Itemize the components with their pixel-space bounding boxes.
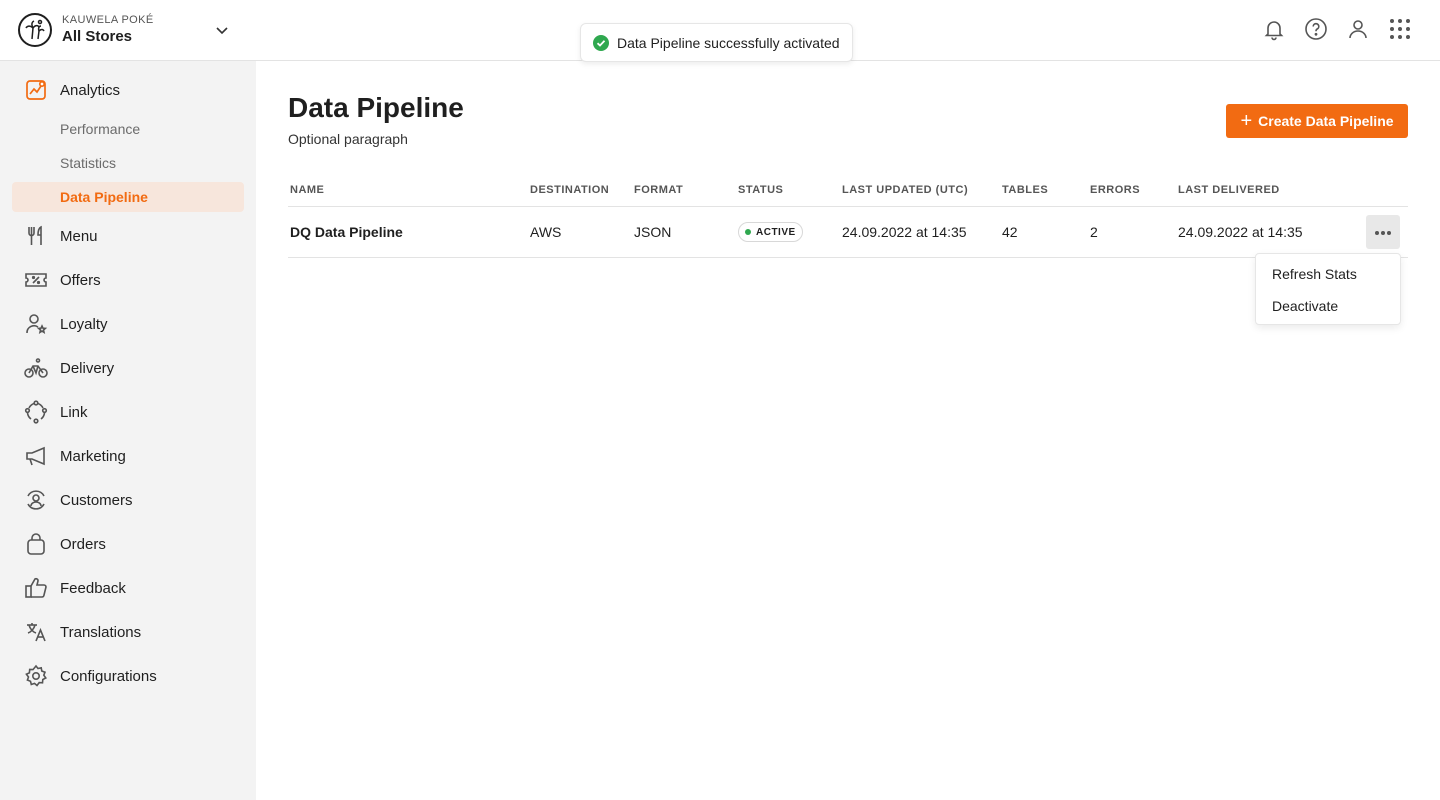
sidebar-item-label: Menu — [60, 227, 98, 245]
store-name: All Stores — [62, 28, 133, 45]
sidebar: Analytics Performance Statistics Data Pi… — [0, 61, 256, 800]
cell-destination: AWS — [530, 224, 562, 240]
thumbs-up-icon — [24, 576, 48, 600]
sidebar-item-label: Translations — [60, 623, 142, 641]
sidebar-item-label: Link — [60, 403, 88, 421]
column-header-last-updated[interactable]: LAST UPDATED (UTC) — [842, 184, 968, 196]
check-circle-icon — [593, 34, 609, 51]
user-star-icon — [24, 312, 48, 336]
plus-icon: + — [1240, 110, 1253, 132]
sidebar-item-label: Customers — [60, 491, 133, 509]
sidebar-item-configurations[interactable]: Configurations — [12, 658, 244, 694]
sidebar-item-label: Loyalty — [60, 315, 108, 333]
sidebar-item-label: Marketing — [60, 447, 126, 465]
customers-icon — [24, 488, 48, 512]
sidebar-item-label: Analytics — [60, 81, 121, 99]
brand-logo-icon — [18, 13, 52, 47]
sidebar-item-feedback[interactable]: Feedback — [12, 570, 244, 606]
status-badge: ACTIVE — [738, 222, 803, 242]
sidebar-item-marketing[interactable]: Marketing — [12, 438, 244, 474]
sidebar-item-offers[interactable]: Offers — [12, 262, 244, 298]
store-switcher[interactable]: KAUWELA POKÉ All Stores — [18, 13, 154, 47]
sidebar-item-link[interactable]: Link — [12, 394, 244, 430]
cell-last-updated: 24.09.2022 at 14:35 — [842, 224, 967, 240]
status-dot-icon — [745, 229, 751, 235]
success-toast: Data Pipeline successfully activated — [580, 23, 853, 62]
link-circle-icon — [24, 400, 48, 424]
chevron-down-icon[interactable] — [212, 20, 232, 40]
cell-last-delivered: 24.09.2022 at 14:35 — [1178, 224, 1303, 240]
column-header-errors[interactable]: ERRORS — [1090, 184, 1140, 196]
menu-item-refresh-stats[interactable]: Refresh Stats — [1256, 258, 1402, 290]
analytics-chart-icon — [24, 78, 48, 102]
sidebar-subitem-label: Performance — [60, 121, 141, 137]
cell-format: JSON — [634, 224, 672, 240]
column-header-name[interactable]: NAME — [290, 184, 324, 196]
page-title: Data Pipeline — [288, 92, 464, 123]
sidebar-subitem-label: Statistics — [60, 155, 117, 171]
ticket-icon — [24, 268, 48, 292]
translate-icon — [24, 620, 48, 644]
sidebar-subitem-label: Data Pipeline — [60, 189, 148, 205]
create-button-label: Create Data Pipeline — [1258, 113, 1394, 129]
sidebar-item-loyalty[interactable]: Loyalty — [12, 306, 244, 342]
cell-tables: 42 — [1002, 224, 1018, 240]
help-icon[interactable] — [1304, 17, 1328, 41]
gear-icon — [24, 664, 48, 688]
menu-item-deactivate[interactable]: Deactivate — [1256, 290, 1402, 322]
page-subtitle: Optional paragraph — [288, 131, 408, 147]
brand-name: KAUWELA POKÉ — [62, 14, 154, 26]
sidebar-item-translations[interactable]: Translations — [12, 614, 244, 650]
status-label: ACTIVE — [756, 226, 796, 238]
sidebar-item-label: Delivery — [60, 359, 115, 377]
fork-knife-icon — [24, 224, 48, 248]
bell-icon[interactable] — [1262, 17, 1286, 41]
apps-grid-icon[interactable] — [1388, 17, 1412, 41]
cell-name[interactable]: DQ Data Pipeline — [290, 224, 403, 240]
sidebar-item-label: Feedback — [60, 579, 126, 597]
sidebar-item-customers[interactable]: Customers — [12, 482, 244, 518]
user-icon[interactable] — [1346, 17, 1370, 41]
sidebar-subitem-statistics[interactable]: Statistics — [12, 148, 244, 178]
row-more-actions-button[interactable] — [1366, 215, 1400, 249]
column-header-tables[interactable]: TABLES — [1002, 184, 1048, 196]
more-horizontal-icon — [1374, 223, 1392, 241]
sidebar-subitem-performance[interactable]: Performance — [12, 114, 244, 144]
sidebar-item-label: Offers — [60, 271, 101, 289]
sidebar-item-analytics[interactable]: Analytics — [12, 72, 244, 108]
toast-message: Data Pipeline successfully activated — [617, 34, 840, 51]
megaphone-icon — [24, 444, 48, 468]
table-header-divider — [288, 206, 1408, 207]
bike-icon — [24, 356, 48, 380]
sidebar-item-label: Orders — [60, 535, 106, 553]
sidebar-subitem-data-pipeline[interactable]: Data Pipeline — [12, 182, 244, 212]
column-header-last-delivered[interactable]: LAST DELIVERED — [1178, 184, 1280, 196]
create-data-pipeline-button[interactable]: + Create Data Pipeline — [1226, 104, 1408, 138]
sidebar-item-orders[interactable]: Orders — [12, 526, 244, 562]
column-header-status[interactable]: STATUS — [738, 184, 783, 196]
row-actions-menu: Refresh Stats Deactivate — [1255, 253, 1401, 325]
sidebar-item-delivery[interactable]: Delivery — [12, 350, 244, 386]
bag-icon — [24, 532, 48, 556]
column-header-destination[interactable]: DESTINATION — [530, 184, 609, 196]
sidebar-item-label: Configurations — [60, 667, 157, 685]
sidebar-item-menu[interactable]: Menu — [12, 218, 244, 254]
column-header-format[interactable]: FORMAT — [634, 184, 683, 196]
cell-errors: 2 — [1090, 224, 1098, 240]
table-row-divider — [288, 257, 1408, 258]
